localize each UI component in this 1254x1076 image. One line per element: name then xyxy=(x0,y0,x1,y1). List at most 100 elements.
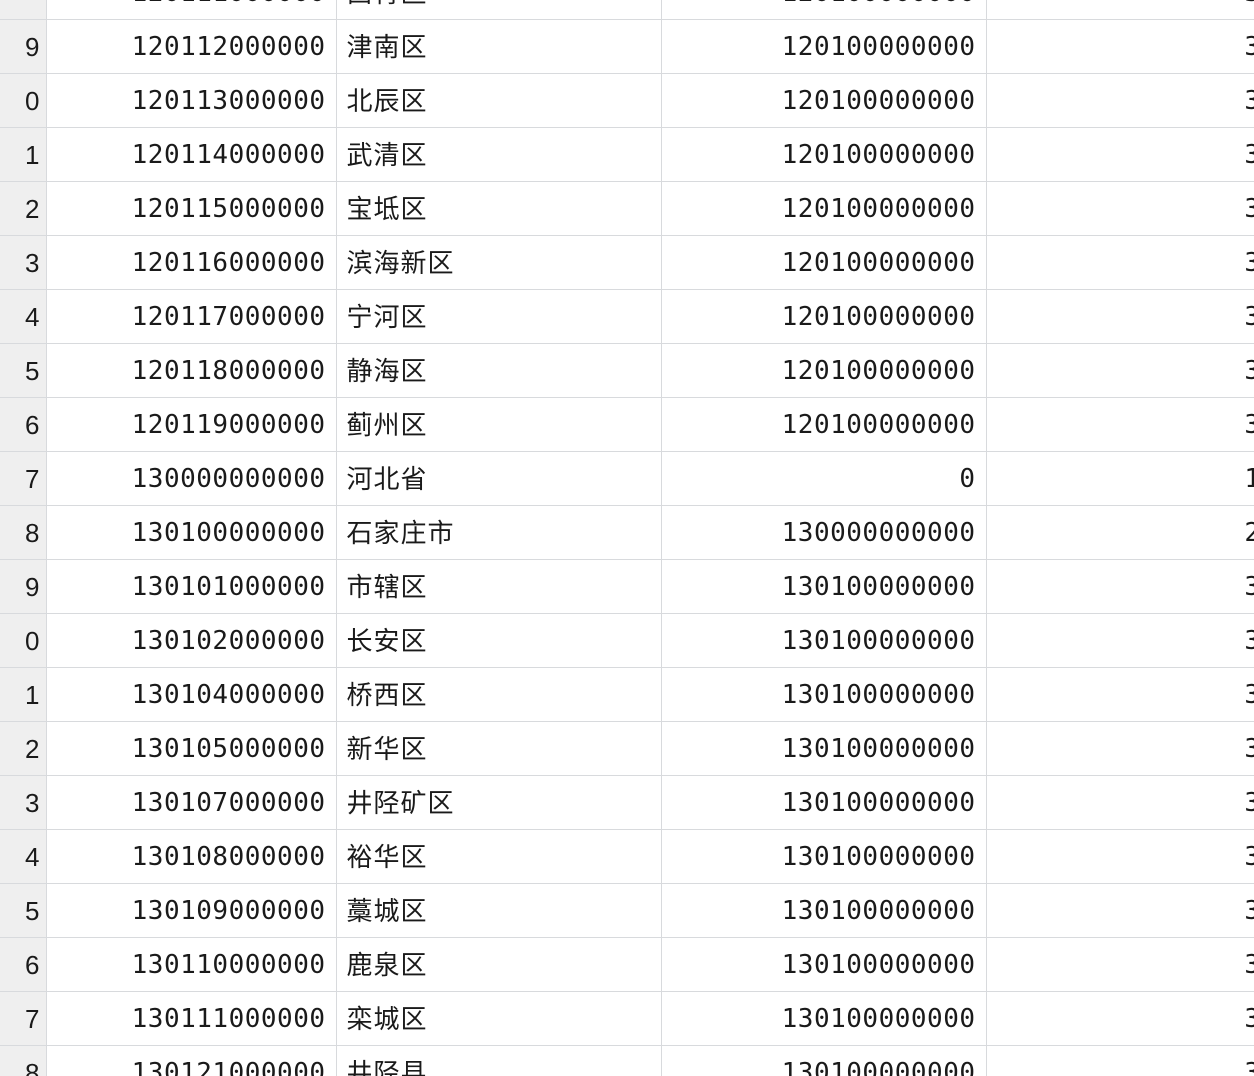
code-cell[interactable]: 120113000000 xyxy=(46,74,336,128)
row-number-cell[interactable]: 2 xyxy=(0,182,46,236)
name-cell[interactable]: 新华区 xyxy=(336,722,661,776)
name-cell[interactable]: 藁城区 xyxy=(336,884,661,938)
code-cell[interactable]: 130107000000 xyxy=(46,776,336,830)
name-cell[interactable]: 桥西区 xyxy=(336,668,661,722)
table-row[interactable]: 3130107000000井陉矿区1301000000003 xyxy=(0,776,1254,830)
name-cell[interactable]: 鹿泉区 xyxy=(336,938,661,992)
level-cell[interactable]: 3 xyxy=(986,236,1254,290)
row-number-cell[interactable]: 8 xyxy=(0,506,46,560)
level-cell[interactable]: 3 xyxy=(986,722,1254,776)
level-cell[interactable]: 3 xyxy=(986,128,1254,182)
row-number-cell[interactable]: 9 xyxy=(0,560,46,614)
name-cell[interactable]: 河北省 xyxy=(336,452,661,506)
level-cell[interactable]: 3 xyxy=(986,74,1254,128)
name-cell[interactable]: 裕华区 xyxy=(336,830,661,884)
row-number-cell[interactable]: 1 xyxy=(0,128,46,182)
parent-code-cell[interactable]: 0 xyxy=(661,452,986,506)
code-cell[interactable]: 130110000000 xyxy=(46,938,336,992)
parent-code-cell[interactable]: 120100000000 xyxy=(661,128,986,182)
level-cell[interactable]: 3 xyxy=(986,668,1254,722)
table-row[interactable]: 7130000000000河北省01 xyxy=(0,452,1254,506)
code-cell[interactable]: 120117000000 xyxy=(46,290,336,344)
parent-code-cell[interactable]: 120100000000 xyxy=(661,74,986,128)
name-cell[interactable]: 宝坻区 xyxy=(336,182,661,236)
parent-code-cell[interactable]: 130100000000 xyxy=(661,830,986,884)
code-cell[interactable]: 130102000000 xyxy=(46,614,336,668)
parent-code-cell[interactable]: 130100000000 xyxy=(661,722,986,776)
code-cell[interactable]: 120119000000 xyxy=(46,398,336,452)
row-number-cell[interactable]: 4 xyxy=(0,830,46,884)
parent-code-cell[interactable]: 120100000000 xyxy=(661,20,986,74)
name-cell[interactable]: 长安区 xyxy=(336,614,661,668)
name-cell[interactable]: 市辖区 xyxy=(336,560,661,614)
table-row[interactable]: 8130121000000井陉县1301000000003 xyxy=(0,1046,1254,1076)
table-row[interactable]: 6130110000000鹿泉区1301000000003 xyxy=(0,938,1254,992)
name-cell[interactable]: 井陉矿区 xyxy=(336,776,661,830)
table-row[interactable]: 7130111000000栾城区1301000000003 xyxy=(0,992,1254,1046)
parent-code-cell[interactable]: 120100000000 xyxy=(661,398,986,452)
table-row[interactable]: 4130108000000裕华区1301000000003 xyxy=(0,830,1254,884)
code-cell[interactable]: 120116000000 xyxy=(46,236,336,290)
row-number-cell[interactable]: 8 xyxy=(0,1046,46,1076)
code-cell[interactable]: 130108000000 xyxy=(46,830,336,884)
level-cell[interactable]: 3 xyxy=(986,344,1254,398)
parent-code-cell[interactable]: 130100000000 xyxy=(661,560,986,614)
code-cell[interactable]: 120112000000 xyxy=(46,20,336,74)
row-number-cell[interactable]: 6 xyxy=(0,398,46,452)
name-cell[interactable]: 宁河区 xyxy=(336,290,661,344)
level-cell[interactable]: 3 xyxy=(986,1046,1254,1076)
name-cell[interactable]: 津南区 xyxy=(336,20,661,74)
table-row[interactable]: 4120117000000宁河区1201000000003 xyxy=(0,290,1254,344)
code-cell[interactable]: 130111000000 xyxy=(46,992,336,1046)
parent-code-cell[interactable]: 120100000000 xyxy=(661,182,986,236)
data-table[interactable]: 120111000000西青区1201000000003912011200000… xyxy=(0,0,1254,1076)
table-row[interactable]: 5130109000000藁城区1301000000003 xyxy=(0,884,1254,938)
row-number-cell[interactable]: 6 xyxy=(0,938,46,992)
table-row[interactable]: 0130102000000长安区1301000000003 xyxy=(0,614,1254,668)
parent-code-cell[interactable]: 130100000000 xyxy=(661,992,986,1046)
row-number-cell[interactable]: 9 xyxy=(0,20,46,74)
parent-code-cell[interactable]: 130100000000 xyxy=(661,884,986,938)
row-number-cell[interactable]: 0 xyxy=(0,614,46,668)
level-cell[interactable]: 3 xyxy=(986,182,1254,236)
code-cell[interactable]: 130109000000 xyxy=(46,884,336,938)
table-row[interactable]: 6120119000000蓟州区1201000000003 xyxy=(0,398,1254,452)
name-cell[interactable]: 西青区 xyxy=(336,0,661,20)
parent-code-cell[interactable]: 120100000000 xyxy=(661,0,986,20)
level-cell[interactable]: 3 xyxy=(986,830,1254,884)
row-number-cell[interactable]: 7 xyxy=(0,452,46,506)
parent-code-cell[interactable]: 120100000000 xyxy=(661,236,986,290)
row-number-cell[interactable]: 0 xyxy=(0,74,46,128)
level-cell[interactable]: 3 xyxy=(986,776,1254,830)
row-number-cell[interactable]: 5 xyxy=(0,884,46,938)
parent-code-cell[interactable]: 130100000000 xyxy=(661,614,986,668)
row-number-cell[interactable]: 3 xyxy=(0,236,46,290)
code-cell[interactable]: 120118000000 xyxy=(46,344,336,398)
level-cell[interactable]: 3 xyxy=(986,614,1254,668)
level-cell[interactable]: 1 xyxy=(986,452,1254,506)
name-cell[interactable]: 静海区 xyxy=(336,344,661,398)
code-cell[interactable]: 120111000000 xyxy=(46,0,336,20)
code-cell[interactable]: 130100000000 xyxy=(46,506,336,560)
parent-code-cell[interactable]: 130100000000 xyxy=(661,1046,986,1076)
level-cell[interactable]: 3 xyxy=(986,0,1254,20)
table-row[interactable]: 3120116000000滨海新区1201000000003 xyxy=(0,236,1254,290)
name-cell[interactable]: 石家庄市 xyxy=(336,506,661,560)
row-number-cell[interactable]: 5 xyxy=(0,344,46,398)
code-cell[interactable]: 130121000000 xyxy=(46,1046,336,1076)
parent-code-cell[interactable]: 130000000000 xyxy=(661,506,986,560)
code-cell[interactable]: 130000000000 xyxy=(46,452,336,506)
name-cell[interactable]: 栾城区 xyxy=(336,992,661,1046)
level-cell[interactable]: 3 xyxy=(986,398,1254,452)
table-row[interactable]: 5120118000000静海区1201000000003 xyxy=(0,344,1254,398)
code-cell[interactable]: 130101000000 xyxy=(46,560,336,614)
code-cell[interactable]: 130105000000 xyxy=(46,722,336,776)
level-cell[interactable]: 3 xyxy=(986,884,1254,938)
name-cell[interactable]: 蓟州区 xyxy=(336,398,661,452)
parent-code-cell[interactable]: 130100000000 xyxy=(661,938,986,992)
parent-code-cell[interactable]: 120100000000 xyxy=(661,290,986,344)
row-number-cell[interactable]: 4 xyxy=(0,290,46,344)
parent-code-cell[interactable]: 130100000000 xyxy=(661,776,986,830)
level-cell[interactable]: 3 xyxy=(986,992,1254,1046)
row-number-cell[interactable]: 1 xyxy=(0,668,46,722)
